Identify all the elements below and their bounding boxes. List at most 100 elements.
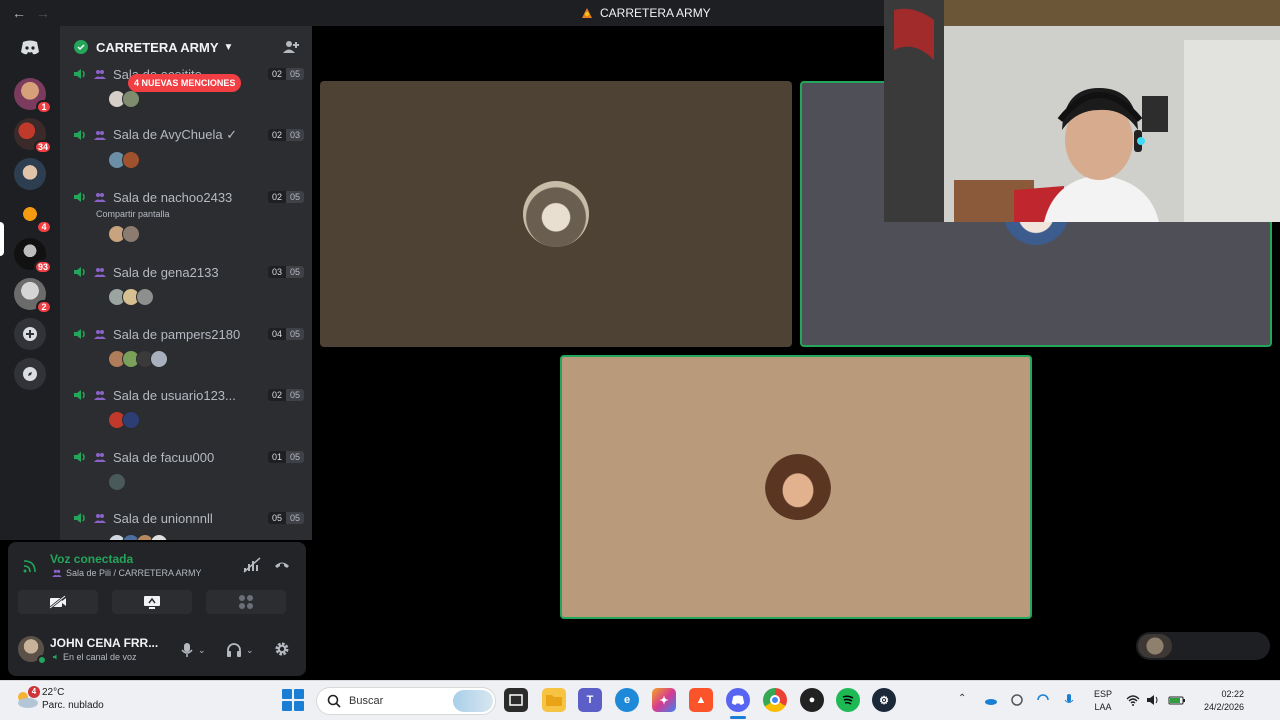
- discover-button[interactable]: [14, 358, 46, 390]
- chevron-down-icon[interactable]: ⌄: [246, 645, 254, 656]
- spotify-app[interactable]: [836, 688, 860, 712]
- weather-cloud-icon: 4: [14, 686, 40, 710]
- new-mentions-pill[interactable]: 4 NUEVAS MENCIONES: [128, 74, 242, 92]
- brave-lion-icon: ▲: [695, 694, 707, 706]
- taskbar-search[interactable]: Buscar: [316, 687, 496, 715]
- app-icon: ●: [808, 694, 816, 706]
- voice-channel[interactable]: Sala de gena2133 03 05: [72, 262, 304, 306]
- voice-room[interactable]: Sala de Pili / CARRETERA ARMY: [52, 568, 202, 578]
- task-view-button[interactable]: [504, 688, 528, 712]
- brave-app[interactable]: ▲: [689, 688, 713, 712]
- noise-suppression-icon[interactable]: [242, 556, 262, 574]
- member-avatar[interactable]: [108, 473, 126, 491]
- screen-share-button[interactable]: [112, 590, 192, 614]
- user-limit: 01 05: [267, 451, 304, 463]
- invite-people-icon[interactable]: [282, 38, 300, 56]
- volume-icon[interactable]: [1146, 693, 1160, 707]
- chevron-down-icon[interactable]: ⌄: [198, 645, 206, 656]
- channel-sidebar: CARRETERA ARMY ▼ Sala de aceitito 02 05 …: [60, 26, 312, 540]
- server-badge: 34: [33, 140, 52, 154]
- discord-home-button[interactable]: [14, 32, 46, 64]
- server-icon-2[interactable]: 34: [14, 118, 52, 154]
- user-count: 05: [267, 512, 286, 524]
- security-icon[interactable]: [1010, 693, 1024, 707]
- member-avatar[interactable]: [136, 288, 154, 306]
- speaker-icon: [74, 452, 85, 462]
- copilot-icon: ✦: [659, 694, 669, 707]
- back-arrow-icon[interactable]: ←: [12, 5, 26, 21]
- server-badge: 2: [36, 300, 52, 314]
- active-app-indicator: [730, 716, 746, 719]
- discord-logo-icon: [21, 40, 39, 55]
- file-explorer-app[interactable]: [542, 688, 566, 712]
- temperature: 22°C: [42, 687, 65, 698]
- activities-icon: [239, 595, 253, 609]
- stream-avatar: [1138, 634, 1172, 658]
- keyboard-layout: LAA: [1094, 702, 1112, 712]
- voice-channel[interactable]: Sala de pampers2180 04 05: [72, 324, 304, 368]
- steam-app[interactable]: ⚙: [872, 688, 896, 712]
- member-avatar[interactable]: [150, 350, 168, 368]
- voice-status[interactable]: Voz conectada: [50, 552, 133, 566]
- voice-channel[interactable]: Sala de unionnnll 05 05: [72, 508, 304, 540]
- copilot-app[interactable]: ✦: [652, 688, 676, 712]
- forward-arrow-icon[interactable]: →: [36, 5, 50, 21]
- people-icon: [94, 514, 106, 523]
- window-title-text: CARRETERA ARMY: [600, 6, 711, 20]
- system-clock[interactable]: 02:22 24/2/2026: [1194, 688, 1244, 714]
- activities-button[interactable]: [206, 590, 286, 614]
- member-avatar[interactable]: [122, 90, 140, 108]
- teams-app[interactable]: T: [578, 688, 602, 712]
- windows-taskbar: 4 22°C Parc. nublado Buscar T e ✦ ▲ ● ⚙ …: [0, 680, 1280, 720]
- show-hidden-icons[interactable]: ⌃: [958, 693, 972, 707]
- voice-channel[interactable]: Sala de facuu000 01 05: [72, 447, 304, 491]
- voice-channel[interactable]: Sala de AvyChuela ✓ 02 03: [72, 125, 304, 169]
- microphone-tray-icon[interactable]: [1062, 693, 1076, 707]
- steam-helper-app[interactable]: ●: [800, 688, 824, 712]
- wifi-icon[interactable]: [1126, 693, 1140, 707]
- windows-logo-icon: [282, 701, 292, 711]
- camera-button[interactable]: [18, 590, 98, 614]
- windows-logo-icon: [294, 701, 304, 711]
- onedrive-icon[interactable]: [984, 693, 998, 707]
- server-header[interactable]: CARRETERA ARMY ▼: [60, 26, 312, 68]
- battery-icon[interactable]: [1168, 693, 1186, 707]
- server-icon-6[interactable]: 2: [14, 278, 52, 314]
- camera-off-icon: [49, 595, 66, 609]
- participant-tile-speaking[interactable]: [560, 355, 1032, 619]
- edge-app[interactable]: e: [615, 688, 639, 712]
- stream-preview-overlay[interactable]: [1136, 632, 1270, 660]
- server-icon-5[interactable]: 93: [14, 238, 52, 274]
- participant-tile[interactable]: [320, 81, 792, 347]
- user-count: 02: [267, 68, 286, 80]
- member-avatar[interactable]: [122, 151, 140, 169]
- signal-icon[interactable]: [22, 558, 38, 574]
- settings-gear-icon[interactable]: [274, 641, 290, 657]
- weather-widget[interactable]: 4 22°C Parc. nublado: [14, 686, 104, 712]
- add-server-button[interactable]: [14, 318, 46, 350]
- server-icon-1[interactable]: 1: [14, 78, 52, 114]
- voice-channel-name: Sala de AvyChuela ✓: [113, 127, 238, 142]
- start-button[interactable]: [282, 689, 304, 711]
- discord-app-taskbar[interactable]: [726, 688, 750, 712]
- server-name: CARRETERA ARMY: [96, 39, 219, 55]
- input-language[interactable]: ESP LAA: [1094, 688, 1112, 714]
- user-max: 05: [285, 512, 304, 524]
- member-avatar[interactable]: [122, 225, 140, 243]
- user-name[interactable]: JOHN CENA FRR...: [50, 636, 158, 650]
- weather-alert-badge: 4: [28, 686, 40, 698]
- member-avatar[interactable]: [122, 411, 140, 429]
- disconnect-icon[interactable]: [272, 556, 292, 574]
- voice-channel[interactable]: Sala de usuario123... 02 05: [72, 385, 304, 429]
- sync-icon[interactable]: [1036, 693, 1050, 707]
- windows-logo-icon: [294, 689, 304, 699]
- server-icon-carretera-army[interactable]: 4: [14, 198, 52, 234]
- voice-channel[interactable]: Sala de nachoo2433 02 05 Compartir panta…: [72, 187, 304, 243]
- server-icon-3[interactable]: [14, 158, 46, 190]
- headphones-control[interactable]: ⌄: [226, 640, 254, 660]
- user-limit: 02 05: [267, 68, 304, 80]
- member-avatar[interactable]: [150, 534, 168, 540]
- microphone-control[interactable]: ⌄: [180, 640, 206, 660]
- user-limit: 02 03: [267, 129, 304, 141]
- chrome-app[interactable]: [763, 688, 787, 712]
